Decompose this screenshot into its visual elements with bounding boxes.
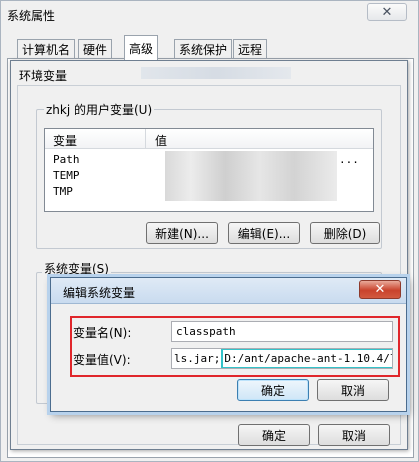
table-row-tmp[interactable]: TMP — [53, 185, 73, 198]
column-divider — [145, 129, 146, 149]
table-header: 变量 值 — [45, 129, 373, 149]
tab-computer-name[interactable]: 计算机名 — [17, 39, 76, 59]
tab-system-protection[interactable]: 系统保护 — [174, 39, 233, 59]
system-properties-close-button[interactable]: ✕ — [367, 3, 407, 21]
variable-value-highlighted: D:/ant/apache-ant-1.10.4/lib — [221, 349, 392, 368]
tab-label: 系统保护 — [179, 43, 228, 57]
system-variables-group-label: 系统变量(S) — [42, 260, 111, 277]
variable-name-label: 变量名(N): — [73, 326, 132, 340]
button-label: 编辑(E)... — [237, 226, 291, 241]
button-label: 取消 — [340, 383, 365, 398]
variable-name-input[interactable]: classpath — [171, 321, 393, 342]
button-label: 新建(N)... — [155, 226, 209, 241]
variable-value-prefix: ls.jar; — [174, 352, 221, 365]
env-cancel-button[interactable]: 取消 — [318, 424, 390, 446]
edit-cancel-button[interactable]: 取消 — [317, 379, 389, 401]
table-row-temp[interactable]: TEMP — [53, 169, 80, 182]
button-label: 删除(D) — [323, 226, 367, 241]
button-label: 确定 — [261, 428, 286, 443]
edit-ok-button[interactable]: 确定 — [237, 379, 309, 401]
variable-value-label: 变量值(V): — [73, 353, 131, 367]
button-label: 确定 — [260, 383, 285, 398]
user-variables-table[interactable]: 变量 值 Path ... TEMP TMP — [44, 128, 374, 212]
tab-label: 计算机名 — [22, 43, 71, 57]
column-header-variable[interactable]: 变量 — [53, 132, 77, 149]
table-cell-value-tail: ... — [339, 153, 359, 166]
variable-name-value: classpath — [176, 325, 236, 338]
edit-dialog-titlebar[interactable]: 编辑系统变量 ✕ — [51, 278, 406, 304]
new-user-variable-button[interactable]: 新建(N)... — [146, 222, 218, 244]
edit-dialog-title: 编辑系统变量 — [63, 286, 136, 300]
tab-hardware[interactable]: 硬件 — [78, 39, 113, 59]
tab-label: 远程 — [238, 43, 263, 57]
edit-dialog-close-button[interactable]: ✕ — [359, 280, 401, 299]
tab-label: 硬件 — [83, 43, 108, 57]
system-properties-title: 系统属性 — [7, 9, 56, 23]
close-icon: ✕ — [374, 282, 386, 297]
tab-advanced[interactable]: 高级 — [124, 35, 159, 60]
column-header-value[interactable]: 值 — [155, 132, 167, 149]
blurred-values — [165, 151, 337, 201]
close-icon: ✕ — [381, 4, 393, 20]
button-label: 取消 — [341, 428, 366, 443]
tab-remote[interactable]: 远程 — [233, 39, 268, 59]
variable-value-input[interactable]: ls.jar; D:/ant/apache-ant-1.10.4/lib — [171, 348, 393, 369]
environment-variables-title: 环境变量 — [19, 69, 68, 83]
table-row-path[interactable]: Path — [53, 153, 80, 166]
tab-label: 高级 — [129, 41, 154, 56]
env-ok-button[interactable]: 确定 — [238, 424, 310, 446]
blurred-region — [141, 67, 291, 79]
edit-user-variable-button[interactable]: 编辑(E)... — [228, 222, 300, 244]
user-variables-group-label: zhkj 的用户变量(U) — [44, 101, 155, 118]
delete-user-variable-button[interactable]: 删除(D) — [310, 222, 380, 244]
edit-system-variable-dialog: 编辑系统变量 ✕ 变量名(N): classpath 变量值(V): ls.ja… — [50, 277, 407, 412]
